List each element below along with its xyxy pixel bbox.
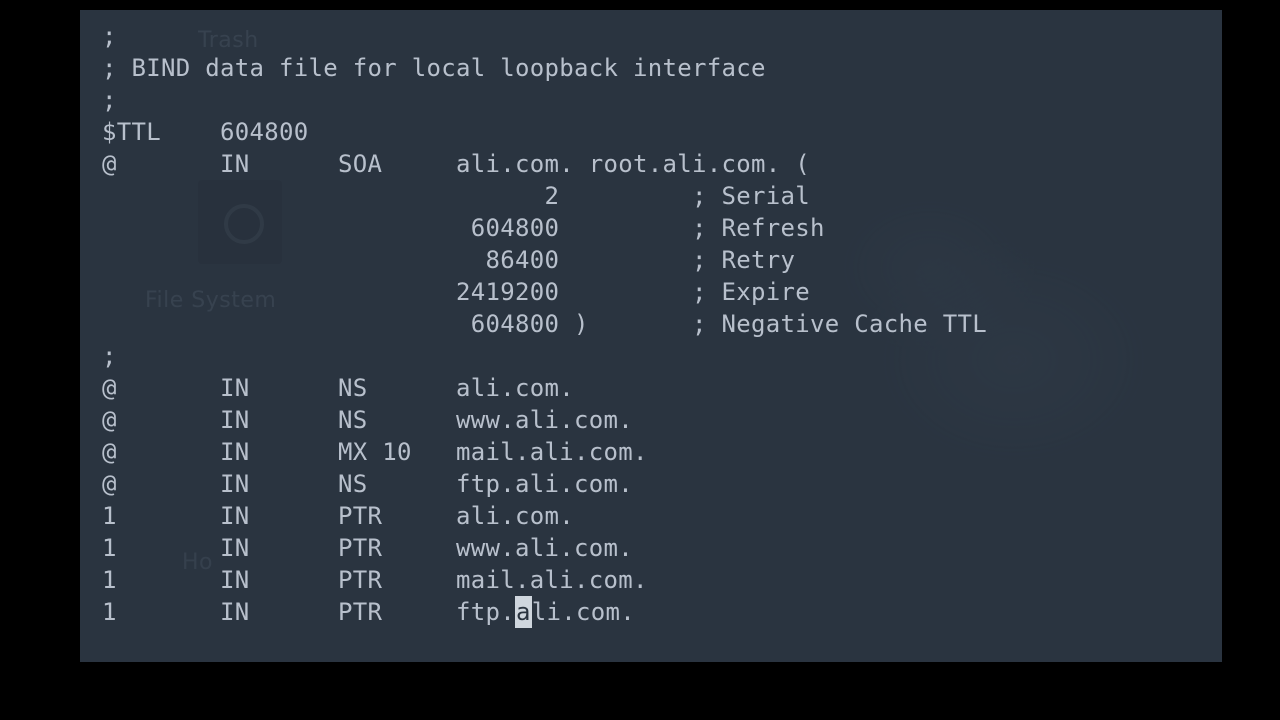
file-line: 2419200 ; Expire bbox=[102, 278, 810, 306]
file-line: 1 IN PTR www.ali.com. bbox=[102, 534, 633, 562]
file-line: ; bbox=[102, 86, 117, 114]
file-line: 2 ; Serial bbox=[102, 182, 810, 210]
editor-content[interactable]: ; ; BIND data file for local loopback in… bbox=[80, 10, 1222, 628]
file-line: @ IN MX 10 mail.ali.com. bbox=[102, 438, 648, 466]
file-line: @ IN NS ftp.ali.com. bbox=[102, 470, 633, 498]
file-line: @ IN SOA ali.com. root.ali.com. ( bbox=[102, 150, 810, 178]
file-line: $TTL 604800 bbox=[102, 118, 309, 146]
file-line: @ IN NS ali.com. bbox=[102, 374, 574, 402]
file-line: 604800 ; Refresh bbox=[102, 214, 825, 242]
file-line: 1 IN PTR mail.ali.com. bbox=[102, 566, 648, 594]
cursor-line-before: 1 IN PTR ftp. bbox=[102, 598, 515, 626]
cursor-line-after: li.com. bbox=[532, 598, 635, 626]
file-line: 1 IN PTR ali.com. bbox=[102, 502, 574, 530]
file-line: ; bbox=[102, 22, 117, 50]
file-line: ; bbox=[102, 342, 117, 370]
file-line: @ IN NS www.ali.com. bbox=[102, 406, 633, 434]
file-line: 86400 ; Retry bbox=[102, 246, 795, 274]
text-cursor: a bbox=[515, 596, 532, 628]
file-line: ; BIND data file for local loopback inte… bbox=[102, 54, 766, 82]
file-line-cursor: 1 IN PTR ftp.ali.com. bbox=[102, 598, 635, 626]
terminal-window[interactable]: Trash File System Ho ; ; BIND data file … bbox=[80, 10, 1222, 662]
file-line: 604800 ) ; Negative Cache TTL bbox=[102, 310, 987, 338]
